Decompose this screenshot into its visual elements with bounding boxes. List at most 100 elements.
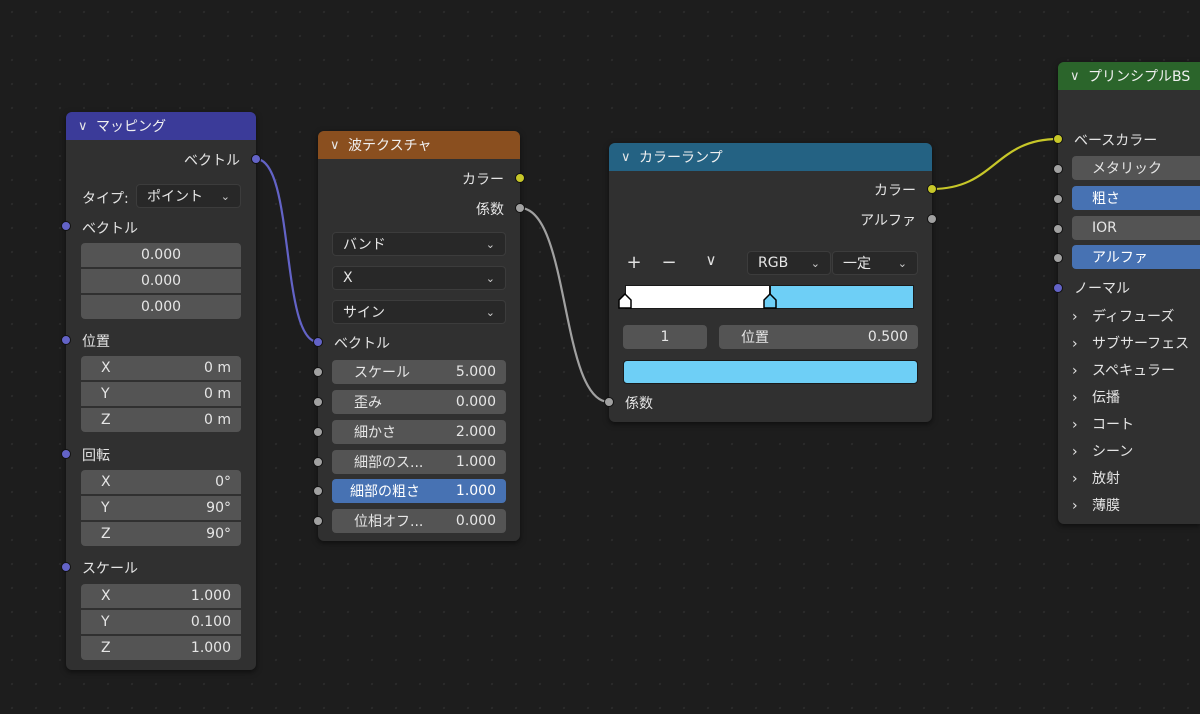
- mapping-location-socket[interactable]: [61, 335, 71, 345]
- wave-profile-dropdown[interactable]: サイン ⌄: [332, 300, 506, 324]
- field-value: 0.000: [455, 394, 496, 410]
- principled-panel-sheen[interactable]: › シーン: [1072, 441, 1133, 461]
- mapping-node[interactable]: ∨ マッピング ベクトル タイプ: ポイント ⌄ ベクトル 0.000 0.00…: [66, 112, 256, 670]
- mapping-output-vector-socket[interactable]: [251, 154, 261, 164]
- color-stop-handle-1[interactable]: [763, 293, 777, 309]
- mapping-location-label: 位置: [82, 334, 110, 350]
- ramp-output-alpha-socket[interactable]: [927, 214, 937, 224]
- color-stop-handle-0[interactable]: [618, 293, 632, 309]
- field-label: 細かさ: [354, 425, 396, 441]
- principled-panel-specular[interactable]: › スペキュラー: [1072, 360, 1175, 380]
- principled-roughness-field[interactable]: 粗さ: [1072, 186, 1200, 210]
- color-ramp-gradient-left[interactable]: [625, 285, 770, 309]
- wave-type-value: バンド: [343, 237, 386, 253]
- mapping-location-z-field[interactable]: Z 0 m: [81, 408, 241, 432]
- wave-distortion-field[interactable]: 歪み 0.000: [332, 390, 506, 414]
- mapping-scale-y-field[interactable]: Y 0.100: [81, 610, 241, 634]
- wave-direction-dropdown[interactable]: X ⌄: [332, 266, 506, 290]
- chevron-down-icon[interactable]: ∨: [701, 251, 721, 269]
- mapping-vector-y-field[interactable]: 0.000: [81, 269, 241, 293]
- axis-label: Z: [101, 640, 111, 656]
- principled-normal-label: ノーマル: [1074, 281, 1130, 297]
- minus-icon[interactable]: −: [659, 252, 679, 273]
- wave-detail-roughness-field[interactable]: 細部の粗さ 1.000: [332, 479, 506, 503]
- wave-scale-socket[interactable]: [313, 367, 323, 377]
- wave-vector-socket[interactable]: [313, 337, 323, 347]
- mapping-scale-x-field[interactable]: X 1.000: [81, 584, 241, 608]
- field-value: 0.000: [455, 513, 496, 529]
- ramp-active-index-field[interactable]: 1: [623, 325, 707, 349]
- color-ramp-node[interactable]: ∨ カラーランプ カラー アルファ + − ∨ RGB ⌄ 一定 ⌄ 1 位置 0.5…: [609, 143, 932, 422]
- panel-label: サブサーフェス: [1092, 336, 1190, 352]
- mapping-vector-socket[interactable]: [61, 221, 71, 231]
- chevron-down-icon[interactable]: ∨: [621, 150, 639, 165]
- principled-panel-transmission[interactable]: › 伝播: [1072, 387, 1120, 407]
- principled-panel-emission[interactable]: › 放射: [1072, 468, 1120, 488]
- panel-label: スペキュラー: [1092, 363, 1176, 379]
- wave-detail-scale-field[interactable]: 細部のス... 1.000: [332, 450, 506, 474]
- wave-output-color-socket[interactable]: [515, 173, 525, 183]
- field-value: 1.000: [455, 454, 496, 470]
- principled-ior-field[interactable]: IOR: [1072, 216, 1200, 240]
- color-ramp-gradient-right[interactable]: [770, 285, 914, 309]
- wave-type-dropdown[interactable]: バンド ⌄: [332, 232, 506, 256]
- field-label: 位相オフ...: [354, 514, 424, 530]
- mapping-location-x-field[interactable]: X 0 m: [81, 356, 241, 380]
- mapping-rotation-y-field[interactable]: Y 90°: [81, 496, 241, 520]
- principled-ior-socket[interactable]: [1053, 224, 1063, 234]
- ramp-position-field[interactable]: 位置 0.500: [719, 325, 918, 349]
- ramp-color-mode-dropdown[interactable]: RGB ⌄: [747, 251, 831, 275]
- chevron-down-icon[interactable]: ∨: [330, 138, 348, 153]
- ramp-active-color-swatch[interactable]: [623, 360, 918, 384]
- ramp-node-header[interactable]: ∨ カラーランプ: [609, 143, 932, 171]
- principled-node-header[interactable]: ∨ プリンシプルBS: [1058, 62, 1200, 90]
- principled-panel-subsurface[interactable]: › サブサーフェス: [1072, 333, 1189, 353]
- principled-metallic-socket[interactable]: [1053, 164, 1063, 174]
- principled-alpha-socket[interactable]: [1053, 253, 1063, 263]
- principled-panel-diffuse[interactable]: › ディフューズ: [1072, 306, 1174, 326]
- wave-phase-offset-socket[interactable]: [313, 516, 323, 526]
- principled-bsdf-node[interactable]: ∨ プリンシプルBS ベースカラー メタリック 粗さ IOR アルファ ノーマル…: [1058, 62, 1200, 524]
- mapping-rotation-x-field[interactable]: X 0°: [81, 470, 241, 494]
- principled-normal-socket[interactable]: [1053, 283, 1063, 293]
- principled-metallic-field[interactable]: メタリック: [1072, 156, 1200, 180]
- wave-scale-field[interactable]: スケール 5.000: [332, 360, 506, 384]
- principled-roughness-socket[interactable]: [1053, 194, 1063, 204]
- mapping-scale-socket[interactable]: [61, 562, 71, 572]
- chevron-down-icon[interactable]: ∨: [78, 119, 96, 134]
- principled-panel-coat[interactable]: › コート: [1072, 414, 1134, 434]
- mapping-vector-x-field[interactable]: 0.000: [81, 243, 241, 267]
- mapping-type-dropdown[interactable]: ポイント ⌄: [136, 184, 241, 208]
- wave-detail-roughness-socket[interactable]: [313, 486, 323, 496]
- ramp-output-color-socket[interactable]: [927, 184, 937, 194]
- principled-alpha-field[interactable]: アルファ: [1072, 245, 1200, 269]
- plus-icon[interactable]: +: [624, 252, 644, 273]
- mapping-rotation-label: 回転: [82, 448, 110, 464]
- field-label: スケール: [354, 365, 410, 381]
- wave-node-header[interactable]: ∨ 波テクスチャ: [318, 131, 520, 159]
- wave-detail-field[interactable]: 細かさ 2.000: [332, 420, 506, 444]
- mapping-rotation-z-field[interactable]: Z 90°: [81, 522, 241, 546]
- principled-panel-thin-film[interactable]: › 薄膜: [1072, 495, 1120, 515]
- ramp-interpolation-dropdown[interactable]: 一定 ⌄: [832, 251, 918, 275]
- mapping-node-header[interactable]: ∨ マッピング: [66, 112, 256, 140]
- mapping-vector-z-value: 0.000: [140, 299, 182, 315]
- mapping-vector-z-field[interactable]: 0.000: [81, 295, 241, 319]
- field-label: アルファ: [1092, 250, 1148, 266]
- field-value: 1.000: [455, 483, 496, 499]
- chevron-down-icon[interactable]: ∨: [1070, 69, 1088, 84]
- mapping-rotation-socket[interactable]: [61, 449, 71, 459]
- wave-texture-node[interactable]: ∨ 波テクスチャ カラー 係数 バンド ⌄ X ⌄ サイン ⌄ ベクトル スケール 5.…: [318, 131, 520, 541]
- wave-phase-offset-field[interactable]: 位相オフ... 0.000: [332, 509, 506, 533]
- principled-base-color-socket[interactable]: [1053, 134, 1063, 144]
- wave-output-fac-socket[interactable]: [515, 203, 525, 213]
- wave-detail-socket[interactable]: [313, 427, 323, 437]
- wave-distortion-socket[interactable]: [313, 397, 323, 407]
- mapping-scale-z-field[interactable]: Z 1.000: [81, 636, 241, 660]
- ramp-output-alpha-label: アルファ: [860, 213, 916, 229]
- wave-detail-scale-socket[interactable]: [313, 457, 323, 467]
- chevron-right-icon: ›: [1072, 471, 1078, 487]
- ramp-input-fac-socket[interactable]: [604, 397, 614, 407]
- axis-label: X: [101, 588, 111, 604]
- mapping-location-y-field[interactable]: Y 0 m: [81, 382, 241, 406]
